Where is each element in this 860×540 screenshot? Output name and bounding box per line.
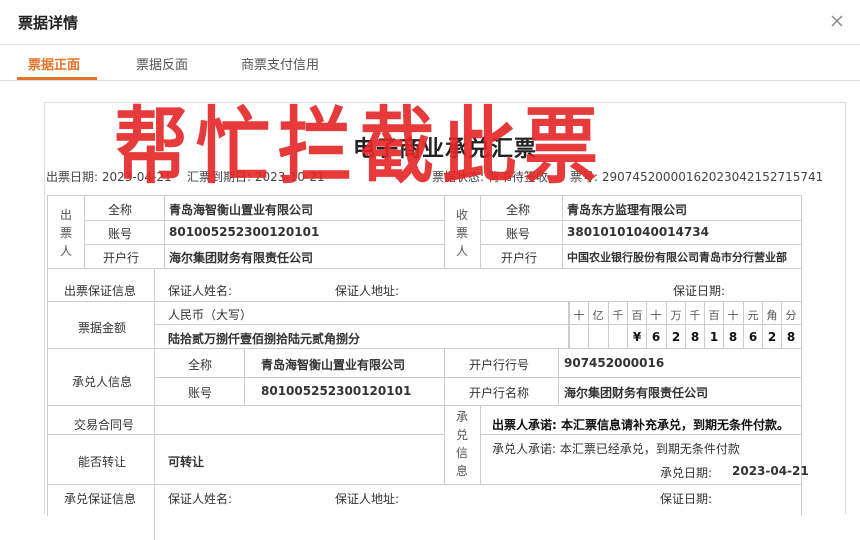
accept-guarantee-address-label: 保证人地址:	[335, 492, 400, 506]
amount-unit-cell: 十	[650, 309, 662, 322]
payee-name-label: 全称	[506, 203, 531, 217]
tab-bill-front[interactable]: 票据正面	[28, 54, 80, 73]
drawer-account-label: 账号	[108, 227, 133, 241]
accept-guarantee-name-label: 保证人姓名:	[168, 492, 233, 506]
acceptor-bank-name: 海尔集团财务有限责任公司	[564, 386, 709, 400]
drawer-bank-label: 开户行	[103, 251, 140, 265]
payee-bank: 中国农业银行股份有限公司青岛市分行营业部	[567, 251, 787, 264]
amount-unit-cell: 分	[785, 309, 797, 322]
accept-guarantee-label: 承兑保证信息	[64, 492, 137, 506]
drawer-promise: 出票人承诺: 本汇票信息请补充承兑，到期无条件付款。	[492, 418, 789, 432]
drawer-name: 青岛海智衡山置业有限公司	[169, 203, 314, 217]
amount-unit-cell: 元	[747, 309, 759, 322]
payee-account-label: 账号	[506, 227, 531, 241]
payee-account: 38010101040014734	[567, 225, 709, 239]
accept-guarantee-date-label: 保证日期:	[660, 492, 713, 506]
acceptor-bank-no: 907452000016	[564, 356, 665, 370]
amount-unit-cell: 千	[612, 309, 624, 322]
amount-digit-cell: 8	[786, 330, 796, 344]
acceptor-label: 承兑人信息	[72, 375, 133, 389]
amount-unit-cell: 千	[689, 309, 701, 322]
amount-digit-cell: 2	[671, 330, 681, 344]
red-warning-overlay: 帮忙拦截此票	[114, 99, 606, 196]
drawer-name-label: 全称	[108, 203, 133, 217]
acceptance-section-label: 承兑信息	[455, 410, 468, 478]
payee-bank-label: 开户行	[501, 251, 538, 265]
acceptor-promise: 承兑人承诺: 本汇票已经承兑，到期无条件付款	[492, 442, 740, 456]
drawer-account: 801005252300120101	[169, 225, 320, 239]
amount-digit-cell: 2	[767, 330, 777, 344]
guarantee-date-label: 保证日期:	[673, 284, 726, 298]
amount-digit-cell: 8	[690, 330, 700, 344]
amount-digit-cell: 6	[748, 330, 758, 344]
guarantee-label: 出票保证信息	[64, 284, 137, 298]
drawer-section-label: 出票人	[59, 208, 72, 258]
bill-number: 票号: 29074520000162023042152715741	[570, 170, 824, 184]
acceptor-bank-no-label: 开户行行号	[469, 358, 530, 372]
acceptor-name: 青岛海智衡山置业有限公司	[261, 358, 406, 372]
amount-digit-cell: 8	[728, 330, 738, 344]
tab-commercial-credit[interactable]: 商票支付信用	[241, 54, 319, 73]
acceptor-name-label: 全称	[188, 358, 213, 372]
dialog-header: 票据详情	[0, 0, 860, 45]
amount-unit-cell: 百	[708, 309, 720, 322]
amount-digit-cell: 6	[651, 330, 661, 344]
acceptor-bank-name-label: 开户行名称	[469, 386, 530, 400]
payee-section-label: 收票人	[455, 208, 468, 258]
acceptance-date: 2023-04-21	[732, 464, 809, 478]
transfer-label: 能否转让	[78, 455, 127, 469]
amount-unit-cell: 十	[727, 309, 739, 322]
amount-unit-cell: 十	[573, 309, 585, 322]
amount-unit-cell: 亿	[592, 309, 604, 322]
bill-table: 出票人 全称 青岛海智衡山置业有限公司 账号 80100525230012010…	[47, 195, 809, 540]
amount-digit-cell: 1	[709, 330, 719, 344]
transfer-value: 可转让	[168, 455, 205, 469]
amount-unit-cell: 百	[631, 309, 643, 322]
tab-bar: 票据正面 票据反面 商票支付信用	[0, 44, 860, 81]
drawer-bank: 海尔集团财务有限责任公司	[169, 251, 314, 265]
dialog-title: 票据详情	[18, 14, 79, 32]
close-icon[interactable]	[828, 12, 846, 30]
amount-in-words: 陆拾贰万捌仟壹佰捌拾陆元贰角捌分	[168, 332, 361, 346]
guarantee-address-label: 保证人地址:	[335, 284, 400, 298]
amount-unit-cell: 万	[670, 309, 682, 322]
acceptor-account-label: 账号	[188, 386, 213, 400]
acceptor-account: 801005252300120101	[261, 384, 412, 398]
acceptance-date-label: 承兑日期:	[660, 466, 713, 480]
guarantee-name-label: 保证人姓名:	[168, 284, 233, 298]
amount-digit-cell: ¥	[632, 330, 642, 344]
payee-name: 青岛东方监理有限公司	[567, 203, 688, 217]
amount-label: 票据金额	[78, 321, 127, 335]
active-tab-indicator	[17, 77, 97, 80]
amount-unit-cell: 角	[766, 309, 778, 322]
currency-label: 人民币（大写）	[168, 308, 253, 322]
contract-label: 交易合同号	[74, 418, 135, 432]
tab-bill-back[interactable]: 票据反面	[136, 54, 188, 73]
